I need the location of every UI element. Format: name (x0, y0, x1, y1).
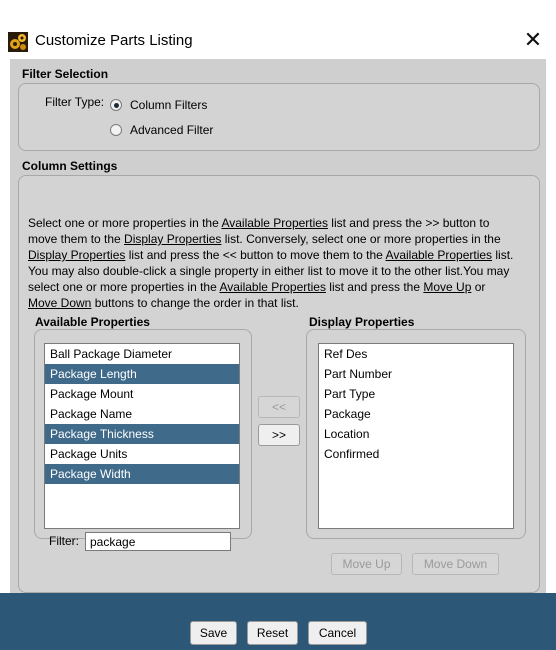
display-properties-title: Display Properties (309, 315, 415, 329)
filter-label: Filter: (49, 534, 79, 548)
radio-checked-icon[interactable] (110, 99, 122, 111)
available-properties-list[interactable]: Ball Package Diameter Package Length Pac… (44, 343, 240, 529)
window-title: Customize Parts Listing (35, 32, 193, 49)
reset-button[interactable]: Reset (247, 621, 298, 645)
column-settings-description: Select one or more properties in the Ava… (28, 216, 514, 310)
list-item[interactable]: Package Thickness (45, 424, 239, 444)
customize-parts-window: Customize Parts Listing ✕ Filter Selecti… (0, 21, 556, 650)
filter-selection-group (18, 83, 540, 151)
cancel-button[interactable]: Cancel (308, 621, 367, 645)
filter-selection-title: Filter Selection (22, 67, 109, 81)
filter-type-label: Filter Type: (45, 95, 105, 109)
radio-column-filters-label: Column Filters (130, 98, 208, 112)
radio-unchecked-icon[interactable] (110, 124, 122, 136)
list-item[interactable]: Location (319, 424, 513, 444)
save-button[interactable]: Save (190, 621, 237, 645)
move-to-display-button[interactable]: >> (258, 424, 300, 446)
list-item[interactable]: Package Length (45, 364, 239, 384)
available-properties-title: Available Properties (35, 315, 150, 329)
list-item[interactable]: Ball Package Diameter (45, 344, 239, 364)
app-gear-icon (8, 32, 28, 52)
list-item[interactable]: Package Width (45, 464, 239, 484)
close-icon[interactable]: ✕ (522, 28, 544, 52)
radio-advanced-filter[interactable]: Advanced Filter (110, 123, 213, 137)
move-to-available-button[interactable]: << (258, 396, 300, 418)
list-item[interactable]: Ref Des (319, 344, 513, 364)
list-item[interactable]: Confirmed (319, 444, 513, 464)
radio-column-filters[interactable]: Column Filters (110, 98, 207, 112)
column-settings-title: Column Settings (22, 159, 118, 173)
list-item[interactable]: Package Mount (45, 384, 239, 404)
move-up-button[interactable]: Move Up (331, 553, 402, 575)
display-properties-list[interactable]: Ref Des Part Number Part Type Package Lo… (318, 343, 514, 529)
list-item[interactable]: Package (319, 404, 513, 424)
footer-bar: Save Reset Cancel (0, 593, 556, 650)
list-item[interactable]: Part Type (319, 384, 513, 404)
title-bar[interactable]: Customize Parts Listing ✕ (0, 21, 556, 58)
filter-input[interactable]: package (85, 532, 231, 551)
radio-advanced-filter-label: Advanced Filter (130, 123, 214, 137)
list-item[interactable]: Package Units (45, 444, 239, 464)
move-down-button[interactable]: Move Down (412, 553, 499, 575)
list-item[interactable]: Package Name (45, 404, 239, 424)
dialog-body: Filter Selection Filter Type: Column Fil… (10, 59, 546, 595)
client-area: Filter Selection Filter Type: Column Fil… (0, 59, 556, 650)
list-item[interactable]: Part Number (319, 364, 513, 384)
